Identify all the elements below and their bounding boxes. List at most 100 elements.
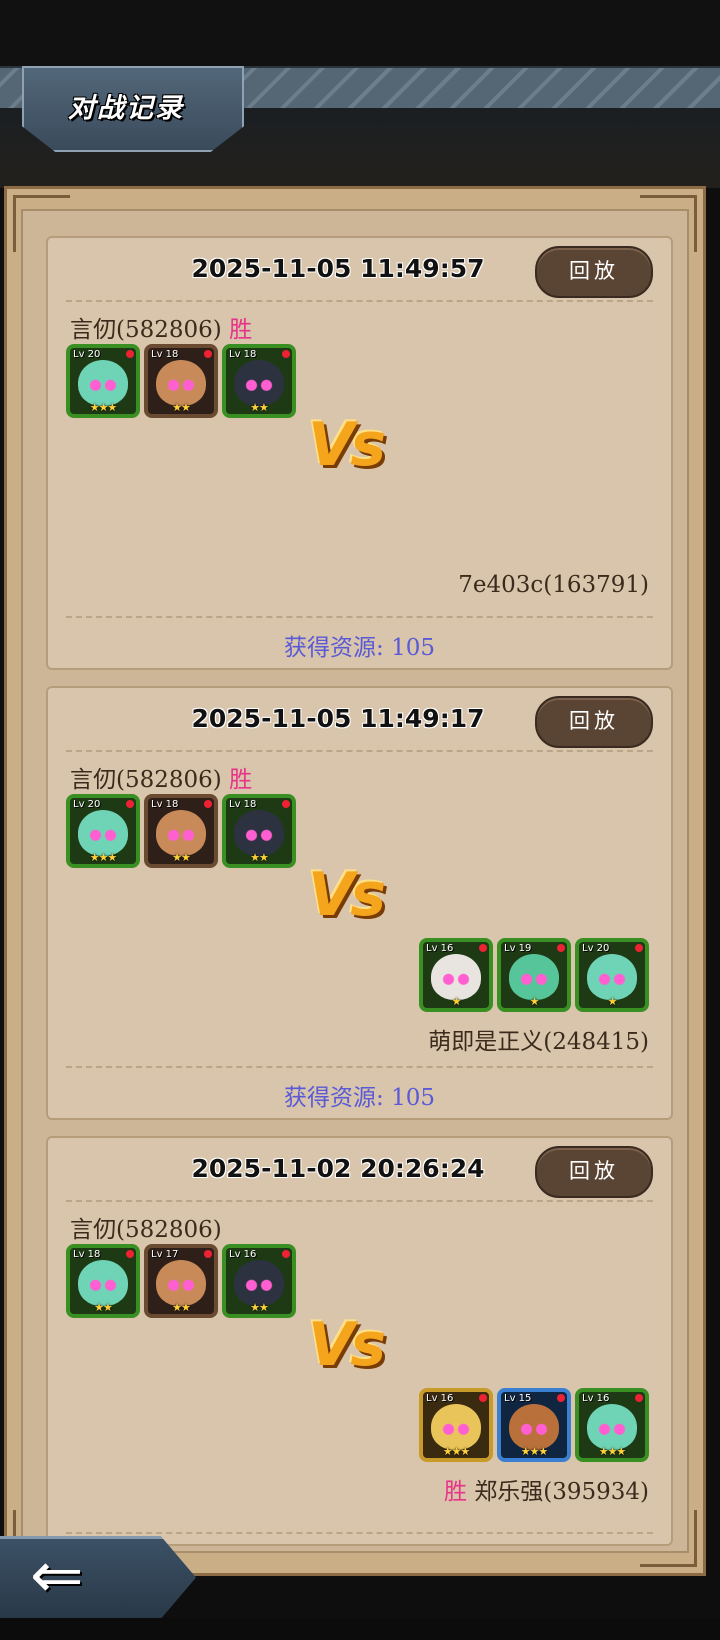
divider (66, 1532, 653, 1534)
hero-face (156, 810, 206, 856)
notification-dot (479, 944, 487, 952)
divider (66, 750, 653, 752)
hero-face (78, 810, 128, 856)
notification-dot (204, 350, 212, 358)
notification-dot (126, 350, 134, 358)
divider (66, 1066, 653, 1068)
hero-level: Lv 18 (73, 1249, 101, 1260)
bottom-bar (0, 1618, 720, 1640)
player1-name: 言仞(582806) (70, 1217, 222, 1243)
player2-team: Lv 16 ★★★ Lv 15 ★★★ Lv 16 ★★★ (419, 1388, 649, 1462)
hero-stars: ★★ (250, 401, 269, 414)
hero-level: Lv 18 (151, 349, 179, 360)
notification-dot (204, 800, 212, 808)
hero-level: Lv 17 (151, 1249, 179, 1260)
hero-stars: ★★★ (598, 1445, 627, 1458)
divider (66, 300, 653, 302)
hero-stars: ★★ (94, 1301, 113, 1314)
hero-stars: ★★ (172, 401, 191, 414)
win-badge: 胜 (229, 767, 253, 793)
hero-stars: ★ (529, 995, 540, 1008)
hero-level: Lv 16 (426, 943, 454, 954)
hero-face (78, 360, 128, 406)
hero-level: Lv 20 (73, 349, 101, 360)
hero-portrait[interactable]: Lv 16 ★ (419, 938, 493, 1012)
hero-level: Lv 15 (504, 1393, 532, 1404)
hero-portrait[interactable]: Lv 18 ★★ (222, 794, 296, 868)
notification-dot (282, 1250, 290, 1258)
reward-text: 获得资源: 105 (284, 635, 435, 661)
hero-portrait[interactable]: Lv 15 ★★★ (497, 1388, 571, 1462)
divider (66, 616, 653, 618)
notification-dot (282, 800, 290, 808)
player1-team: Lv 18 ★★ Lv 17 ★★ Lv 16 ★★ (66, 1244, 296, 1318)
divider (66, 1200, 653, 1202)
hero-level: Lv 18 (151, 799, 179, 810)
hero-level: Lv 19 (504, 943, 532, 954)
hero-portrait[interactable]: Lv 17 ★★ (144, 1244, 218, 1318)
page-title: 对战记录 (68, 93, 184, 124)
player2-team: Lv 16 ★ Lv 19 ★ Lv 20 ★ (419, 938, 649, 1012)
notification-dot (635, 944, 643, 952)
notification-dot (557, 1394, 565, 1402)
player1-name: 言仞(582806) 胜 (70, 317, 253, 343)
player1-name: 言仞(582806) 胜 (70, 767, 253, 793)
replay-button[interactable]: 回放 (535, 696, 653, 748)
battle-record-card: 2025-11-02 20:26:24 回放 言仞(582806) Lv 18 ★… (46, 1136, 673, 1546)
notification-dot (126, 1250, 134, 1258)
hero-portrait[interactable]: Lv 18 ★★ (144, 344, 218, 418)
hero-face (156, 1260, 206, 1306)
back-arrow-icon: ⇐ (30, 1539, 84, 1613)
battle-record-card: 2025-11-05 11:49:57 回放 言仞(582806) 胜 Lv 2… (46, 236, 673, 670)
player1-team: Lv 20 ★★★ Lv 18 ★★ Lv 18 ★★ (66, 794, 296, 868)
hero-face (431, 954, 481, 1000)
battle-record-card: 2025-11-05 11:49:17 回放 言仞(582806) 胜 Lv 2… (46, 686, 673, 1120)
hero-portrait[interactable]: Lv 18 ★★ (66, 1244, 140, 1318)
notification-dot (557, 944, 565, 952)
notification-dot (635, 1394, 643, 1402)
hero-portrait[interactable]: Lv 19 ★ (497, 938, 571, 1012)
hero-stars: ★ (451, 995, 462, 1008)
hero-level: Lv 18 (229, 799, 257, 810)
hero-face (234, 360, 284, 406)
reward-text: 获得资源: 105 (284, 1085, 435, 1111)
replay-button[interactable]: 回放 (535, 246, 653, 298)
hero-portrait[interactable]: Lv 16 ★★★ (575, 1388, 649, 1462)
hero-face (587, 954, 637, 1000)
hero-portrait[interactable]: Lv 16 ★★★ (419, 1388, 493, 1462)
hero-face (234, 1260, 284, 1306)
vs-emblem: Vs (308, 410, 386, 480)
hero-portrait[interactable]: Lv 20 ★ (575, 938, 649, 1012)
hero-face (78, 1260, 128, 1306)
hero-face (587, 1404, 637, 1450)
hero-portrait[interactable]: Lv 20 ★★★ (66, 794, 140, 868)
notification-dot (204, 1250, 212, 1258)
replay-button[interactable]: 回放 (535, 1146, 653, 1198)
hero-stars: ★★ (172, 851, 191, 864)
hero-portrait[interactable]: Lv 18 ★★ (222, 344, 296, 418)
hero-stars: ★★★ (89, 401, 118, 414)
hero-portrait[interactable]: Lv 16 ★★ (222, 1244, 296, 1318)
hero-level: Lv 16 (582, 1393, 610, 1404)
player2-name: 7e403c(163791) (458, 572, 649, 598)
win-badge: 胜 (443, 1479, 467, 1505)
hero-stars: ★★★ (89, 851, 118, 864)
hero-face (509, 1404, 559, 1450)
hero-level: Lv 16 (426, 1393, 454, 1404)
hero-level: Lv 16 (229, 1249, 257, 1260)
hero-portrait[interactable]: Lv 18 ★★ (144, 794, 218, 868)
hero-level: Lv 18 (229, 349, 257, 360)
hero-face (431, 1404, 481, 1450)
status-area (0, 0, 720, 66)
player1-team: Lv 20 ★★★ Lv 18 ★★ Lv 18 ★★ (66, 344, 296, 418)
hero-stars: ★★★ (442, 1445, 471, 1458)
player2-name: 萌即是正义(248415) (428, 1029, 649, 1055)
notification-dot (479, 1394, 487, 1402)
hero-level: Lv 20 (73, 799, 101, 810)
player2-name: 胜 郑乐强(395934) (443, 1479, 649, 1505)
vs-emblem: Vs (308, 860, 386, 930)
hero-face (509, 954, 559, 1000)
hero-portrait[interactable]: Lv 20 ★★★ (66, 344, 140, 418)
vs-emblem: Vs (308, 1310, 386, 1380)
hero-face (234, 810, 284, 856)
